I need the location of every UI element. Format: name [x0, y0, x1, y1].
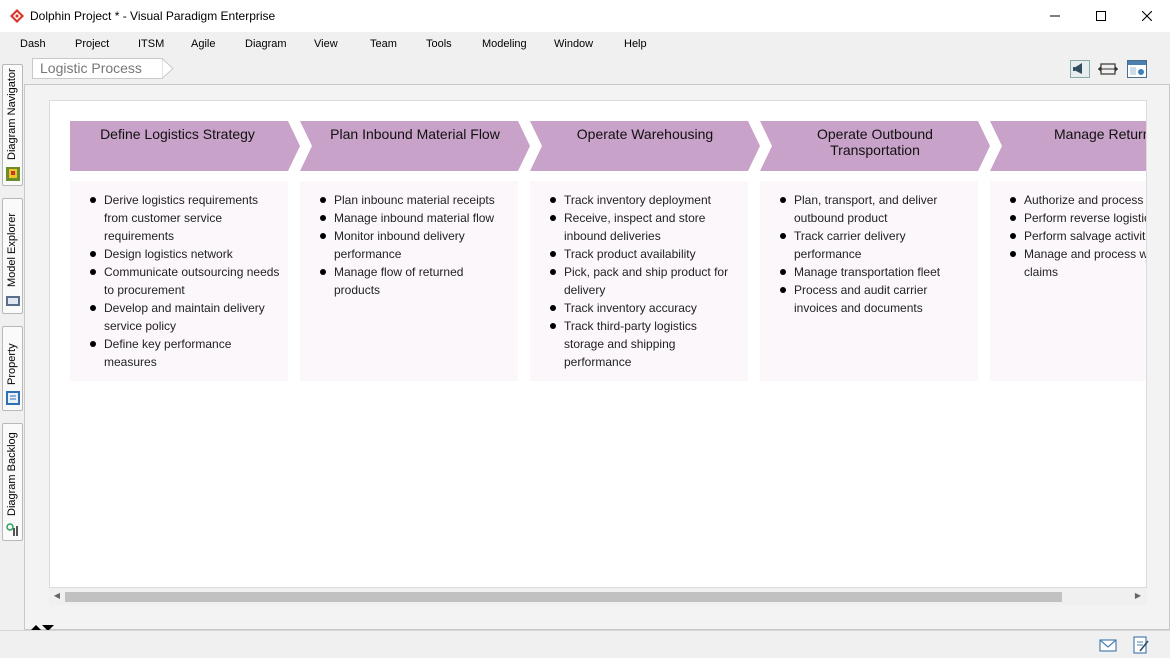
stage-body: Track inventory deployment Receive, insp… — [530, 181, 748, 381]
window-title: Dolphin Project * - Visual Paradigm Ente… — [30, 9, 276, 23]
process-stage[interactable]: Manage Returns Authorize and process ret… — [990, 121, 1146, 381]
diagram-pane: Define Logistics Strategy Derive logisti… — [24, 84, 1170, 630]
diagram-backlog-icon — [6, 523, 18, 536]
stage-title: Operate Warehousing — [576, 126, 714, 142]
stage-task-list: Plan inbounc material receipts Manage in… — [320, 191, 510, 299]
maximize-button[interactable] — [1078, 0, 1124, 32]
list-item: Manage transportation fleet — [780, 263, 970, 281]
tab-label: Diagram Backlog — [6, 432, 18, 516]
tab-property[interactable]: Property — [2, 326, 23, 411]
horizontal-scrollbar[interactable]: ◀ ▶ — [49, 588, 1147, 605]
list-item: Derive logistics requirements from custo… — [90, 191, 280, 245]
list-item: Track third-party logistics storage and … — [550, 317, 740, 371]
list-item: Track product availability — [550, 245, 740, 263]
stage-task-list: Track inventory deployment Receive, insp… — [550, 191, 740, 371]
tab-label: Property — [6, 343, 18, 385]
list-item: Define key performance measures — [90, 335, 280, 371]
breadcrumb[interactable]: Logistic Process — [32, 58, 162, 79]
layout-panel-button[interactable] — [1126, 59, 1148, 79]
list-item: Manage inbound material flow — [320, 209, 510, 227]
tab-diagram-navigator[interactable]: Diagram Navigator — [2, 64, 23, 186]
megaphone-icon — [1070, 60, 1090, 78]
list-item: Manage and process warranty claims — [1010, 245, 1146, 281]
maximize-icon — [1096, 11, 1106, 21]
scroll-left-icon[interactable]: ◀ — [51, 590, 63, 602]
stage-task-list: Plan, transport, and deliver outbound pr… — [780, 191, 970, 317]
minimize-button[interactable] — [1032, 0, 1078, 32]
menu-modeling[interactable]: Modeling — [482, 38, 527, 50]
edit-note-icon[interactable] — [1132, 636, 1150, 654]
stage-title: Operate Outbound Transportation — [817, 126, 933, 158]
menu-help[interactable]: Help — [624, 38, 647, 50]
menu-tools[interactable]: Tools — [426, 38, 452, 50]
list-item: Track inventory deployment — [550, 191, 740, 209]
property-icon — [6, 391, 20, 405]
close-button[interactable] — [1124, 0, 1170, 32]
scroll-right-icon[interactable]: ▶ — [1132, 590, 1144, 602]
panel-collapse-toggle[interactable] — [30, 621, 54, 631]
list-item: Perform reverse logistics — [1010, 209, 1146, 227]
list-item: Track carrier delivery performance — [780, 227, 970, 263]
list-item: Pick, pack and ship product for delivery — [550, 263, 740, 299]
stage-body: Plan, transport, and deliver outbound pr… — [760, 181, 978, 381]
title-bar: Dolphin Project * - Visual Paradigm Ente… — [0, 0, 1170, 32]
menu-diagram[interactable]: Diagram — [245, 38, 287, 50]
diagram-navigator-icon — [6, 167, 20, 181]
tab-label: Diagram Navigator — [6, 68, 18, 160]
stage-body: Authorize and process returns Perform re… — [990, 181, 1146, 381]
menu-project[interactable]: Project — [75, 38, 109, 50]
fit-width-icon — [1098, 63, 1118, 75]
list-item: Communicate outsourcing needs to procure… — [90, 263, 280, 299]
process-stage[interactable]: Operate Warehousing Track inventory depl… — [530, 121, 760, 381]
status-bar — [0, 630, 1170, 658]
list-item: Track inventory accuracy — [550, 299, 740, 317]
fit-diagram-button[interactable] — [1097, 59, 1119, 79]
list-item: Monitor inbound delivery performance — [320, 227, 510, 263]
menu-view[interactable]: View — [314, 38, 338, 50]
menu-agile[interactable]: Agile — [191, 38, 215, 50]
list-item: Plan, transport, and deliver outbound pr… — [780, 191, 970, 227]
scrollbar-thumb[interactable] — [65, 592, 1062, 602]
list-item: Plan inbounc material receipts — [320, 191, 510, 209]
breadcrumb-bar: Logistic Process — [24, 56, 1170, 82]
mail-icon[interactable] — [1099, 636, 1117, 654]
stage-body: Plan inbounc material receipts Manage in… — [300, 181, 518, 381]
close-icon — [1142, 11, 1152, 21]
menu-bar: Dash Project ITSM Agile Diagram View Tea… — [0, 32, 1170, 56]
window-layout-icon — [1127, 60, 1147, 78]
stage-title: Plan Inbound Material Flow — [330, 126, 500, 142]
process-stage[interactable]: Plan Inbound Material Flow Plan inbounc … — [300, 121, 530, 381]
menu-team[interactable]: Team — [370, 38, 397, 50]
tab-label: Model Explorer — [6, 213, 18, 287]
tab-model-explorer[interactable]: Model Explorer — [2, 198, 23, 314]
stage-title: Manage Returns — [1054, 126, 1146, 142]
announcement-button[interactable] — [1069, 59, 1091, 79]
list-item: Design logistics network — [90, 245, 280, 263]
list-item: Authorize and process returns — [1010, 191, 1146, 209]
minimize-icon — [1050, 15, 1060, 17]
model-explorer-icon — [6, 296, 20, 306]
process-stage[interactable]: Operate Outbound Transportation Plan, tr… — [760, 121, 990, 381]
menu-itsm[interactable]: ITSM — [138, 38, 164, 50]
visual-paradigm-logo-icon — [10, 9, 24, 23]
stage-task-list: Derive logistics requirements from custo… — [90, 191, 280, 371]
list-item: Receive, inspect and store inbound deliv… — [550, 209, 740, 245]
tab-diagram-backlog[interactable]: Diagram Backlog — [2, 423, 23, 541]
side-panel-tabs: Diagram Navigator Model Explorer Propert… — [0, 56, 24, 636]
stage-title: Define Logistics Strategy — [100, 126, 255, 142]
process-stage[interactable]: Define Logistics Strategy Derive logisti… — [70, 121, 300, 381]
stage-body: Derive logistics requirements from custo… — [70, 181, 288, 381]
stage-task-list: Authorize and process returns Perform re… — [1010, 191, 1146, 281]
list-item: Process and audit carrier invoices and d… — [780, 281, 970, 317]
menu-window[interactable]: Window — [554, 38, 593, 50]
menu-dash[interactable]: Dash — [20, 38, 46, 50]
list-item: Manage flow of returned products — [320, 263, 510, 299]
diagram-canvas[interactable]: Define Logistics Strategy Derive logisti… — [49, 100, 1147, 588]
list-item: Perform salvage activities — [1010, 227, 1146, 245]
list-item: Develop and maintain delivery service po… — [90, 299, 280, 335]
